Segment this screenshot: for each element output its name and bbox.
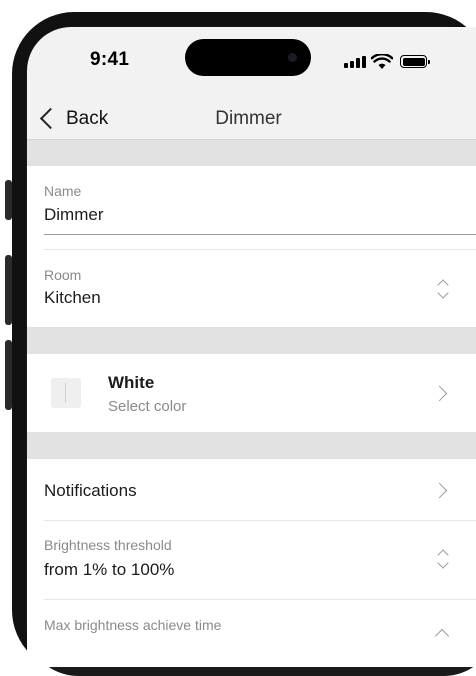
cellular-signal-icon <box>344 56 366 68</box>
section-gap <box>27 432 476 459</box>
page-title: Dimmer <box>215 108 282 129</box>
volume-up-button <box>5 255 12 325</box>
color-row-title: White <box>108 373 155 392</box>
notifications-label: Notifications <box>44 481 137 500</box>
name-field-input[interactable]: Dimmer <box>44 205 104 225</box>
room-field-value: Kitchen <box>44 288 101 307</box>
volume-down-button <box>5 340 12 410</box>
color-row-subtitle: Select color <box>108 398 187 415</box>
navigation-bar: Back Dimmer <box>27 97 476 140</box>
app-screen: 9:41 Back Dimmer Name Dimmer Room Kitche… <box>27 27 476 667</box>
chevron-up-icon <box>434 628 450 644</box>
section-gap <box>27 327 476 354</box>
brightness-threshold-label: Brightness threshold <box>44 537 172 553</box>
notifications-row[interactable]: Notifications <box>27 459 476 521</box>
settings-section: Notifications Brightness threshold from … <box>27 459 476 667</box>
status-time: 9:41 <box>90 49 130 70</box>
brightness-threshold-value: from 1% to 100% <box>44 560 175 579</box>
dynamic-island <box>185 39 311 76</box>
chevron-up-down-icon <box>438 278 450 300</box>
color-row[interactable]: White Select color <box>27 354 476 432</box>
section-gap <box>27 140 476 166</box>
name-field-underline <box>44 234 476 235</box>
silent-switch <box>5 180 12 220</box>
room-select[interactable]: Room Kitchen <box>27 250 476 327</box>
chevron-up-down-icon <box>438 548 450 570</box>
device-info-section: Name Dimmer Room Kitchen <box>27 166 476 327</box>
chevron-right-icon <box>431 482 448 499</box>
color-swatch <box>51 378 81 408</box>
brightness-threshold-row[interactable]: Brightness threshold from 1% to 100% <box>27 521 476 599</box>
battery-icon <box>400 55 430 68</box>
chevron-right-icon <box>431 385 448 402</box>
wifi-icon <box>371 54 393 69</box>
name-field-label: Name <box>44 183 82 199</box>
room-field-label: Room <box>44 267 82 283</box>
front-camera-icon <box>288 53 297 62</box>
max-brightness-label: Max brightness achieve time <box>44 617 222 633</box>
max-brightness-time-row[interactable]: Max brightness achieve time <box>27 600 476 667</box>
status-bar: 9:41 <box>27 27 476 97</box>
